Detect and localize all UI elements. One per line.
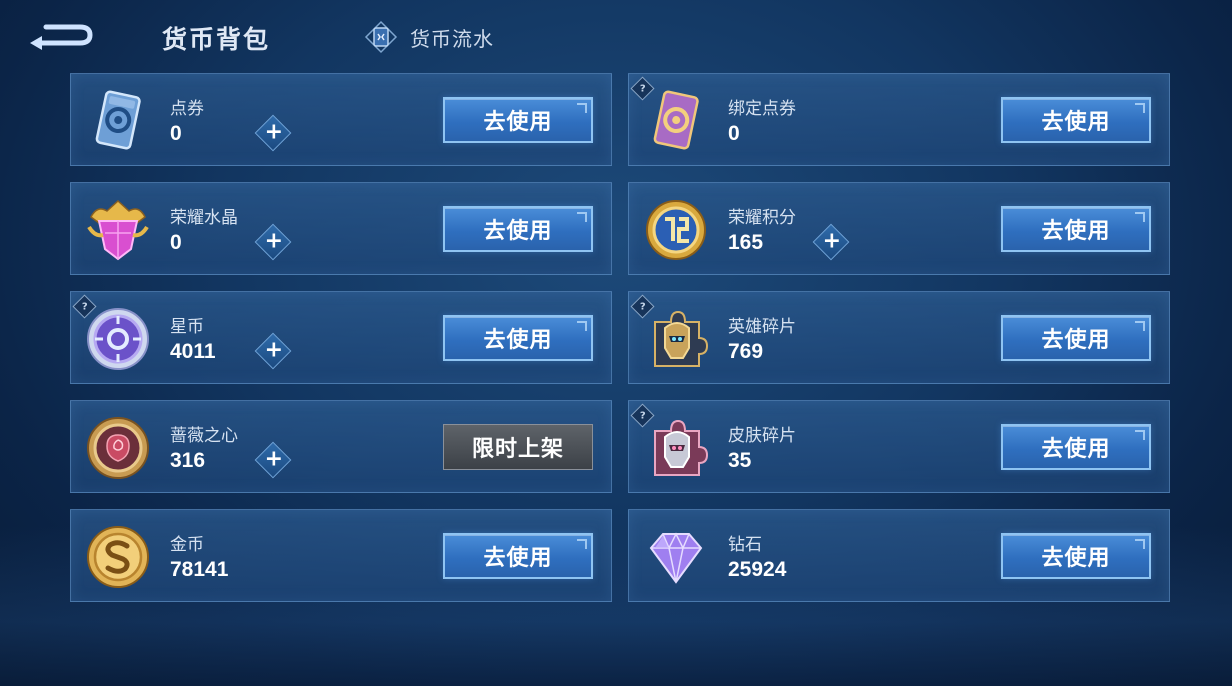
star-coin-icon	[85, 306, 151, 372]
currency-card-voucher: 点券 0 + 去使用	[70, 73, 612, 166]
add-star-coin-button[interactable]: +	[254, 332, 292, 370]
currency-card-diamond: 钻石 25924 去使用	[628, 509, 1170, 602]
use-bound-voucher-button[interactable]: 去使用	[1001, 97, 1151, 143]
currency-name: 钻石	[728, 535, 762, 555]
rose-heart-icon	[85, 415, 151, 481]
use-hero-fragment-button[interactable]: 去使用	[1001, 315, 1151, 361]
back-button[interactable]	[28, 18, 94, 52]
use-glory-crystal-button[interactable]: 去使用	[443, 206, 593, 252]
currency-amount: 78141	[170, 558, 229, 581]
hero-fragment-icon	[643, 306, 709, 372]
currency-amount: 0	[728, 122, 740, 145]
use-skin-fragment-button[interactable]: 去使用	[1001, 424, 1151, 470]
currency-amount: 769	[728, 340, 764, 363]
currency-card-hero-fragment: ? 英雄碎片 769 去使用	[628, 291, 1170, 384]
currency-flow-link[interactable]: 货币流水	[362, 20, 494, 54]
currency-name: 星币	[170, 317, 204, 337]
currency-grid: 点券 0 + 去使用 ? 绑定点券 0 去使用 荣耀水晶 0 + 去使用 荣耀积…	[70, 73, 1170, 602]
plus-icon: +	[822, 228, 841, 254]
bound-voucher-icon	[643, 88, 709, 154]
currency-card-glory-crystal: 荣耀水晶 0 + 去使用	[70, 182, 612, 275]
currency-card-gold-coin: 金币 78141 去使用	[70, 509, 612, 602]
add-voucher-button[interactable]: +	[254, 114, 292, 152]
use-glory-points-button[interactable]: 去使用	[1001, 206, 1151, 252]
add-glory-crystal-button[interactable]: +	[254, 223, 292, 261]
page-title: 货币背包	[162, 25, 271, 54]
currency-card-rose-heart: 蔷薇之心 316 + 限时上架	[70, 400, 612, 493]
currency-name: 蔷薇之心	[170, 426, 238, 446]
currency-card-star-coin: ? 星币 4011 + 去使用	[70, 291, 612, 384]
voucher-icon	[85, 88, 151, 154]
currency-flow-label: 货币流水	[410, 26, 494, 51]
currency-card-skin-fragment: ? 皮肤碎片 35 去使用	[628, 400, 1170, 493]
plus-icon: +	[264, 337, 283, 363]
currency-amount: 0	[170, 231, 182, 254]
currency-amount: 35	[728, 449, 752, 472]
plus-icon: +	[264, 446, 283, 472]
currency-name: 皮肤碎片	[728, 426, 796, 446]
currency-flow-icon	[364, 20, 398, 54]
add-rose-heart-button[interactable]: +	[254, 441, 292, 479]
glory-points-icon	[643, 197, 709, 263]
plus-icon: +	[264, 228, 283, 254]
currency-name: 英雄碎片	[728, 317, 796, 337]
use-gold-coin-button[interactable]: 去使用	[443, 533, 593, 579]
glory-crystal-icon	[85, 197, 151, 263]
currency-amount: 316	[170, 449, 206, 472]
currency-name: 点券	[170, 99, 204, 119]
currency-name: 绑定点券	[728, 99, 796, 119]
currency-card-glory-points: 荣耀积分 165 + 去使用	[628, 182, 1170, 275]
currency-amount: 25924	[728, 558, 787, 581]
gold-coin-icon	[85, 524, 151, 590]
use-diamond-button[interactable]: 去使用	[1001, 533, 1151, 579]
currency-name: 金币	[170, 535, 204, 555]
back-arrow-icon	[30, 24, 93, 50]
currency-card-bound-voucher: ? 绑定点券 0 去使用	[628, 73, 1170, 166]
currency-name: 荣耀积分	[728, 208, 796, 228]
currency-amount: 0	[170, 122, 182, 145]
diamond-icon	[643, 524, 709, 590]
use-voucher-button[interactable]: 去使用	[443, 97, 593, 143]
plus-icon: +	[264, 119, 283, 145]
currency-amount: 165	[728, 231, 764, 254]
currency-amount: 4011	[170, 340, 216, 363]
use-star-coin-button[interactable]: 去使用	[443, 315, 593, 361]
skin-fragment-icon	[643, 415, 709, 481]
currency-name: 荣耀水晶	[170, 208, 238, 228]
add-glory-points-button[interactable]: +	[812, 223, 850, 261]
limited-time-button[interactable]: 限时上架	[443, 424, 593, 470]
